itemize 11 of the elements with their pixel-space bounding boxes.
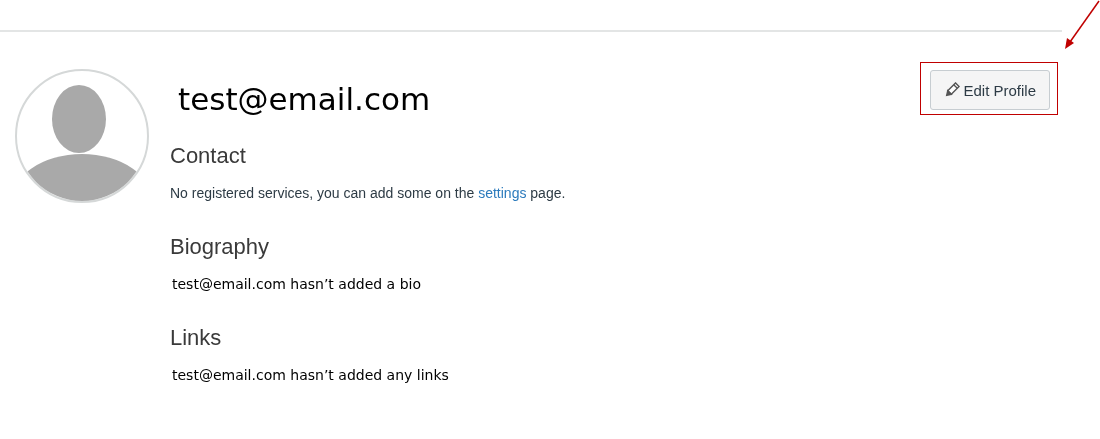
profile-name: test@email.com: [178, 81, 431, 117]
contact-text: No registered services, you can add some on the settings page.: [170, 185, 567, 201]
section-text: test@email.com hasn’t added a bio: [172, 276, 422, 292]
section-heading: Biography: [170, 234, 271, 260]
avatar-icon: [15, 69, 149, 203]
section-heading: Links: [170, 325, 223, 351]
annotation-arrow: [1062, 0, 1100, 52]
section-text: test@email.com hasn’t added any links: [172, 367, 450, 383]
edit-profile-button[interactable]: Edit Profile: [930, 70, 1050, 110]
settings-link[interactable]: settings: [478, 185, 527, 201]
section-heading: Contact: [170, 143, 247, 169]
